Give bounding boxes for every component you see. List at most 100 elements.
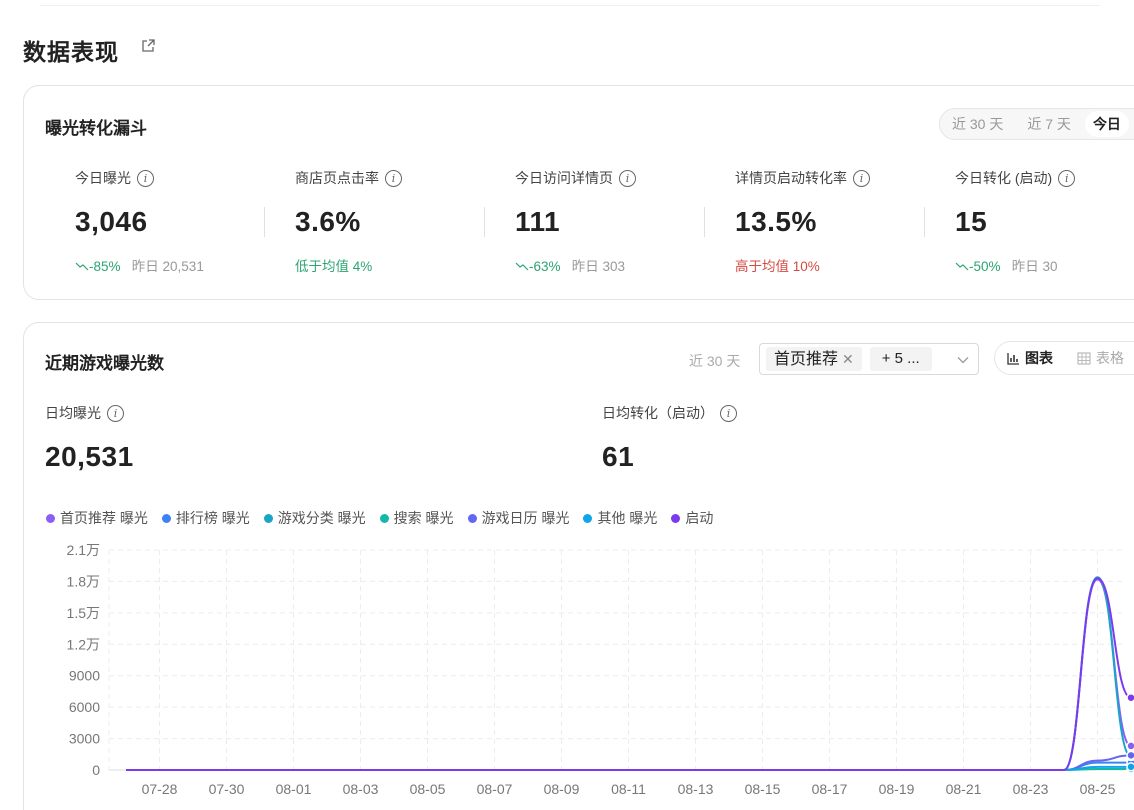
funnel-metric: 今日转化 (启动) i 15 -50% 昨日 30 <box>955 168 1134 275</box>
x-tick-label: 08-21 <box>946 781 982 797</box>
view-switch[interactable]: 图表 表格 <box>994 341 1134 375</box>
series-end-point <box>1126 762 1134 772</box>
legend-label: 排行榜 曝光 <box>175 510 250 526</box>
series-end-point <box>1126 741 1134 751</box>
external-link-icon[interactable] <box>140 38 156 54</box>
legend-item[interactable]: 其他 曝光 <box>583 508 657 528</box>
info-icon[interactable]: i <box>385 169 402 187</box>
metric-label: 详情页启动转化率 <box>735 170 847 186</box>
info-icon[interactable]: i <box>720 404 737 422</box>
info-icon[interactable]: i <box>137 169 154 187</box>
metric-note: 低于均值 4% <box>295 259 373 274</box>
funnel-range-switch[interactable]: 近 30 天 近 7 天 今日 <box>939 108 1134 140</box>
legend-dot <box>583 513 593 523</box>
trend-down-icon <box>75 262 89 271</box>
legend-dot <box>379 513 389 523</box>
legend-label: 游戏分类 曝光 <box>277 510 366 526</box>
view-chart-button[interactable]: 图表 <box>995 348 1065 368</box>
avg-conversion-value: 61 <box>602 441 635 472</box>
x-tick-label: 08-03 <box>343 781 379 797</box>
trend-down-icon <box>955 262 969 271</box>
legend-label: 游戏日历 曝光 <box>481 510 570 526</box>
x-tick-label: 08-11 <box>611 781 646 797</box>
legend-label: 其他 曝光 <box>597 510 658 526</box>
funnel-metric: 详情页启动转化率 i 13.5% 高于均值 10% <box>735 168 935 275</box>
series-end-point <box>1126 692 1134 703</box>
exposure-title: 近期游戏曝光数 <box>45 354 164 373</box>
metric-compare: -85% 昨日 20,531 <box>75 255 275 275</box>
legend-label: 搜索 曝光 <box>393 510 454 526</box>
metric-delta: -50% <box>955 259 1001 274</box>
info-icon[interactable]: i <box>619 169 636 187</box>
view-table-label: 表格 <box>1096 350 1124 366</box>
bar-chart-icon <box>1007 352 1019 365</box>
legend-dot <box>161 513 171 523</box>
legend-dot <box>467 513 477 523</box>
y-tick-label-left: 1.8万 <box>67 573 100 589</box>
filter-tag[interactable]: 首页推荐 ✕ <box>766 347 862 371</box>
view-chart-label: 图表 <box>1025 350 1053 366</box>
metric-compare: -50% 昨日 30 <box>955 255 1134 275</box>
x-tick-label: 08-15 <box>745 781 781 797</box>
source-filter-select[interactable]: 首页推荐 ✕ + 5 ... <box>759 343 979 375</box>
x-tick-label: 08-01 <box>276 781 312 797</box>
y-tick-label-left: 0 <box>92 762 100 778</box>
funnel-card: 曝光转化漏斗 近 30 天 近 7 天 今日 今日曝光 i 3,046 -85% 昨… <box>23 85 1134 300</box>
info-icon[interactable]: i <box>1058 169 1076 187</box>
metric-divider <box>484 207 485 237</box>
exposure-line-chart: 003000106000209000301.2万401.5万501.8万602.… <box>67 542 1134 797</box>
metric-value: 111 <box>515 206 561 237</box>
metric-yesterday: 昨日 303 <box>571 259 626 274</box>
metric-compare: -63% 昨日 303 <box>515 255 715 275</box>
legend-item[interactable]: 首页推荐 曝光 <box>46 508 148 528</box>
funnel-metric: 今日曝光 i 3,046 -85% 昨日 20,531 <box>75 168 275 275</box>
metric-divider <box>924 207 925 237</box>
funnel-title: 曝光转化漏斗 <box>45 119 147 138</box>
x-tick-label: 08-17 <box>812 781 848 797</box>
legend-item[interactable]: 游戏日历 曝光 <box>467 508 570 528</box>
y-tick-label-left: 1.5万 <box>67 605 100 621</box>
info-icon[interactable]: i <box>853 169 870 187</box>
x-tick-label: 07-28 <box>142 781 178 797</box>
view-table-button[interactable]: 表格 <box>1065 348 1134 368</box>
avg-conversion: 日均转化（启动） i 61 <box>602 403 737 473</box>
avg-conversion-label: 日均转化（启动） <box>602 405 714 421</box>
exposure-range-label: 近 30 天 <box>689 353 741 369</box>
metric-label: 商店页点击率 <box>295 170 379 186</box>
funnel-metric: 商店页点击率 i 3.6% 低于均值 4% <box>295 168 495 275</box>
y-tick-label-left: 1.2万 <box>67 636 100 652</box>
range-option-today[interactable]: 今日 <box>1084 111 1129 137</box>
filter-more-tag[interactable]: + 5 ... <box>869 347 932 371</box>
metric-label: 今日转化 (启动) <box>955 170 1053 186</box>
x-tick-label: 08-25 <box>1080 781 1116 797</box>
metric-value: 13.5% <box>735 206 817 237</box>
metric-value: 3.6% <box>295 206 361 237</box>
metric-yesterday: 昨日 20,531 <box>131 259 204 274</box>
chart-legend: 首页推荐 曝光 排行榜 曝光 游戏分类 曝光 搜索 曝光 游戏日历 曝光 其他 曝光 启动 <box>46 508 713 528</box>
metric-divider <box>704 207 705 237</box>
legend-item[interactable]: 搜索 曝光 <box>379 508 454 528</box>
legend-dot <box>46 513 55 523</box>
y-tick-label-left: 2.1万 <box>67 542 100 558</box>
y-tick-label-left: 9000 <box>69 668 100 684</box>
metric-divider <box>264 207 265 237</box>
legend-dot <box>671 513 681 523</box>
filter-tag-label: 首页推荐 <box>774 351 839 368</box>
close-icon[interactable]: ✕ <box>842 351 854 367</box>
range-option-7d[interactable]: 近 7 天 <box>1015 114 1083 134</box>
range-option-30d[interactable]: 近 30 天 <box>940 114 1015 134</box>
legend-item[interactable]: 排行榜 曝光 <box>161 508 250 528</box>
x-tick-label: 08-19 <box>879 781 915 797</box>
avg-exposure: 日均曝光 i 20,531 <box>45 403 134 473</box>
legend-label: 启动 <box>685 510 714 526</box>
legend-item[interactable]: 启动 <box>671 508 713 528</box>
info-icon[interactable]: i <box>107 404 124 422</box>
legend-dot <box>263 513 273 523</box>
y-tick-label-left: 6000 <box>69 699 100 715</box>
x-tick-label: 08-05 <box>410 781 446 797</box>
metric-value: 3,046 <box>75 206 148 237</box>
metric-delta: -85% <box>75 259 121 274</box>
trend-down-icon <box>515 262 529 271</box>
funnel-metric: 今日访问详情页 i 111 -63% 昨日 303 <box>515 168 715 275</box>
legend-item[interactable]: 游戏分类 曝光 <box>263 508 366 528</box>
